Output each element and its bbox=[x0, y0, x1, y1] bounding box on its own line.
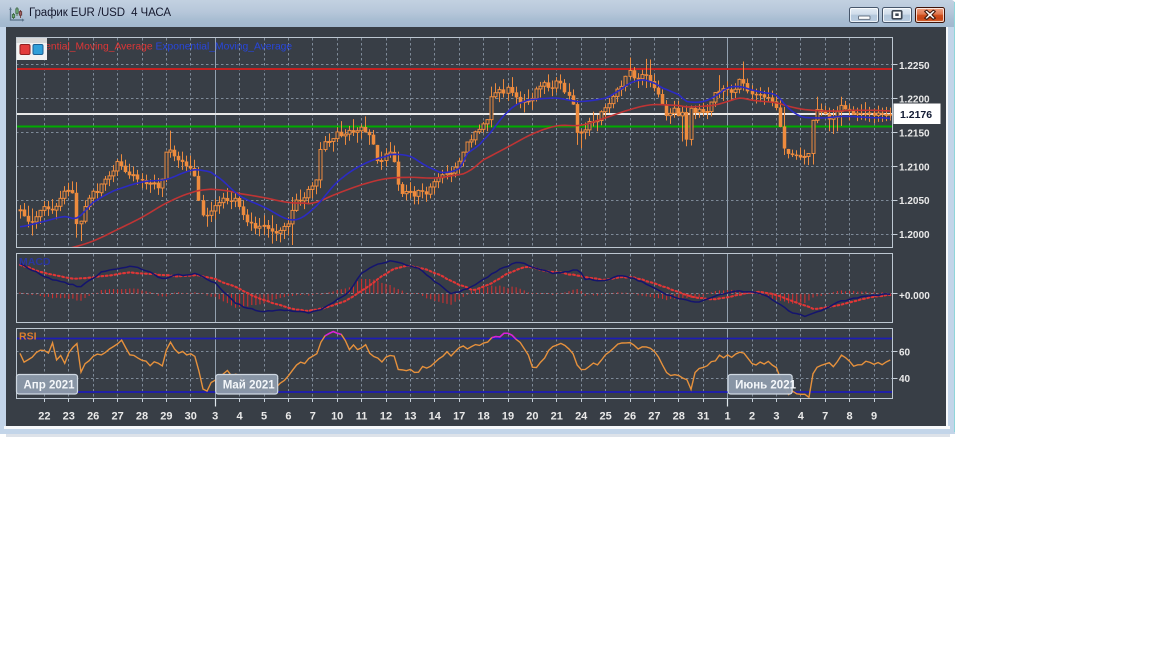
svg-text:4: 4 bbox=[798, 411, 805, 423]
svg-text:29: 29 bbox=[160, 411, 172, 423]
svg-text:Июнь 2021: Июнь 2021 bbox=[735, 380, 796, 392]
svg-text:Апр 2021: Апр 2021 bbox=[24, 380, 76, 392]
svg-text:14: 14 bbox=[429, 411, 442, 423]
svg-text:22: 22 bbox=[38, 411, 50, 423]
svg-text:17: 17 bbox=[453, 411, 465, 423]
svg-text:18: 18 bbox=[477, 411, 489, 423]
svg-text:60: 60 bbox=[899, 348, 911, 359]
svg-text:26: 26 bbox=[87, 411, 99, 423]
svg-text:19: 19 bbox=[502, 411, 514, 423]
svg-text:5: 5 bbox=[261, 411, 267, 423]
svg-text:23: 23 bbox=[63, 411, 75, 423]
svg-text:1: 1 bbox=[725, 411, 731, 423]
svg-text:RSI: RSI bbox=[19, 331, 37, 343]
svg-text:40: 40 bbox=[899, 374, 911, 385]
svg-text:3: 3 bbox=[212, 411, 218, 423]
svg-text:3: 3 bbox=[773, 411, 779, 423]
svg-text:26: 26 bbox=[624, 411, 636, 423]
svg-text:24: 24 bbox=[575, 411, 588, 423]
svg-text:8: 8 bbox=[847, 411, 853, 423]
svg-text:4: 4 bbox=[237, 411, 244, 423]
svg-text:1.2100: 1.2100 bbox=[899, 162, 930, 173]
svg-text:Exponential_Moving_Average: Exponential_Moving_Average bbox=[156, 42, 293, 53]
svg-text:2: 2 bbox=[749, 411, 755, 423]
svg-text:+0.000: +0.000 bbox=[899, 291, 930, 302]
svg-text:27: 27 bbox=[111, 411, 123, 423]
svg-text:6: 6 bbox=[285, 411, 291, 423]
svg-text:1.2250: 1.2250 bbox=[899, 61, 930, 72]
svg-text:1.2050: 1.2050 bbox=[899, 196, 930, 207]
svg-text:25: 25 bbox=[599, 411, 611, 423]
svg-text:13: 13 bbox=[404, 411, 416, 423]
svg-text:1.2176: 1.2176 bbox=[900, 109, 932, 121]
svg-text:21: 21 bbox=[551, 411, 563, 423]
svg-text:7: 7 bbox=[310, 411, 316, 423]
svg-text:30: 30 bbox=[185, 411, 197, 423]
svg-text:Май 2021: Май 2021 bbox=[223, 380, 276, 392]
svg-text:27: 27 bbox=[648, 411, 660, 423]
svg-text:7: 7 bbox=[822, 411, 828, 423]
svg-text:12: 12 bbox=[380, 411, 392, 423]
svg-text:MACD: MACD bbox=[19, 256, 51, 268]
svg-text:1.2000: 1.2000 bbox=[899, 230, 930, 241]
svg-text:9: 9 bbox=[871, 411, 877, 423]
svg-text:20: 20 bbox=[526, 411, 538, 423]
svg-text:28: 28 bbox=[136, 411, 148, 423]
svg-text:1.2150: 1.2150 bbox=[899, 128, 930, 139]
svg-text:11: 11 bbox=[356, 411, 368, 423]
svg-text:28: 28 bbox=[673, 411, 685, 423]
svg-text:31: 31 bbox=[697, 411, 709, 423]
svg-text:10: 10 bbox=[331, 411, 343, 423]
